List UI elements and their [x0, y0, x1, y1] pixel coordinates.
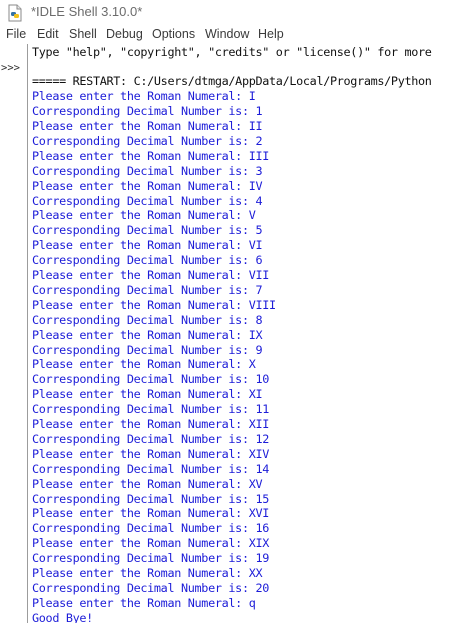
gutter-divider: [27, 44, 28, 623]
window-title: *IDLE Shell 3.10.0*: [31, 4, 143, 19]
menu-edit[interactable]: Edit: [37, 27, 59, 41]
console-line: Please enter the Roman Numeral: XIX: [32, 536, 270, 551]
console-line: Corresponding Decimal Number is: 8: [32, 312, 263, 327]
console-line: Corresponding Decimal Number is: 4: [32, 193, 263, 208]
console-line: Corresponding Decimal Number is: 5: [32, 223, 263, 238]
console-line: Please enter the Roman Numeral: VIII: [32, 297, 276, 312]
console-line: Please enter the Roman Numeral: XIV: [32, 446, 270, 461]
console-line: Please enter the Roman Numeral: IX: [32, 327, 263, 342]
console-line: Corresponding Decimal Number is: 11: [32, 402, 270, 417]
shell-prompt: >>>: [1, 62, 20, 74]
console-line: Please enter the Roman Numeral: XX: [32, 566, 263, 580]
console-line: Please enter the Roman Numeral: q: [32, 595, 256, 610]
console-line: Corresponding Decimal Number is: 7: [32, 282, 263, 297]
console-line: Please enter the Roman Numeral: XV: [32, 476, 263, 491]
console-line: Corresponding Decimal Number is: 6: [32, 253, 263, 268]
console-line: Corresponding Decimal Number is: 9: [32, 342, 263, 357]
console-line: Corresponding Decimal Number is: 15: [32, 491, 270, 506]
console-line: Good Bye!: [32, 610, 93, 623]
console-line: Corresponding Decimal Number is: 20: [32, 580, 270, 595]
console-line: ===== RESTART: C:/Users/dtmga/AppData/Lo…: [32, 74, 432, 89]
console-line: Corresponding Decimal Number is: 19: [32, 551, 270, 566]
console-line: Please enter the Roman Numeral: VI: [32, 238, 263, 253]
console-line: Corresponding Decimal Number is: 12: [32, 431, 270, 446]
console-line: Please enter the Roman Numeral: XVI: [32, 506, 270, 521]
console-line: Please enter the Roman Numeral: XII: [32, 417, 270, 431]
console-line: Type "help", "copyright", "credits" or "…: [32, 44, 432, 59]
console-line: Please enter the Roman Numeral: IV: [32, 178, 263, 193]
menu-debug[interactable]: Debug: [106, 27, 143, 41]
menu-window[interactable]: Window: [205, 27, 249, 41]
console-line: Corresponding Decimal Number is: 14: [32, 461, 270, 476]
menu-options[interactable]: Options: [152, 27, 195, 41]
menu-shell[interactable]: Shell: [69, 27, 97, 41]
shell-output[interactable]: Type "help", "copyright", "credits" or "…: [32, 44, 474, 623]
console-line: Corresponding Decimal Number is: 3: [32, 163, 263, 178]
console-line: Please enter the Roman Numeral: III: [32, 148, 270, 163]
console-line: Corresponding Decimal Number is: 2: [32, 133, 263, 148]
menu-help[interactable]: Help: [258, 27, 284, 41]
console-line: Please enter the Roman Numeral: VII: [32, 268, 270, 282]
console-line: Please enter the Roman Numeral: I: [32, 89, 256, 104]
menu-file[interactable]: File: [6, 27, 26, 41]
console-line: Please enter the Roman Numeral: X: [32, 357, 256, 372]
console-line: Please enter the Roman Numeral: V: [32, 208, 256, 223]
menu-bar: File Edit Shell Debug Options Window Hel…: [0, 26, 474, 44]
console-line: Please enter the Roman Numeral: XI: [32, 387, 263, 402]
prompt-gutter: >>>: [0, 44, 27, 623]
idle-python-icon: [8, 4, 22, 22]
console-line: Corresponding Decimal Number is: 1: [32, 104, 263, 119]
title-bar: *IDLE Shell 3.10.0*: [0, 0, 474, 26]
console-line: Corresponding Decimal Number is: 16: [32, 521, 270, 536]
console-line: Corresponding Decimal Number is: 10: [32, 372, 270, 387]
console-line: Please enter the Roman Numeral: II: [32, 119, 263, 133]
